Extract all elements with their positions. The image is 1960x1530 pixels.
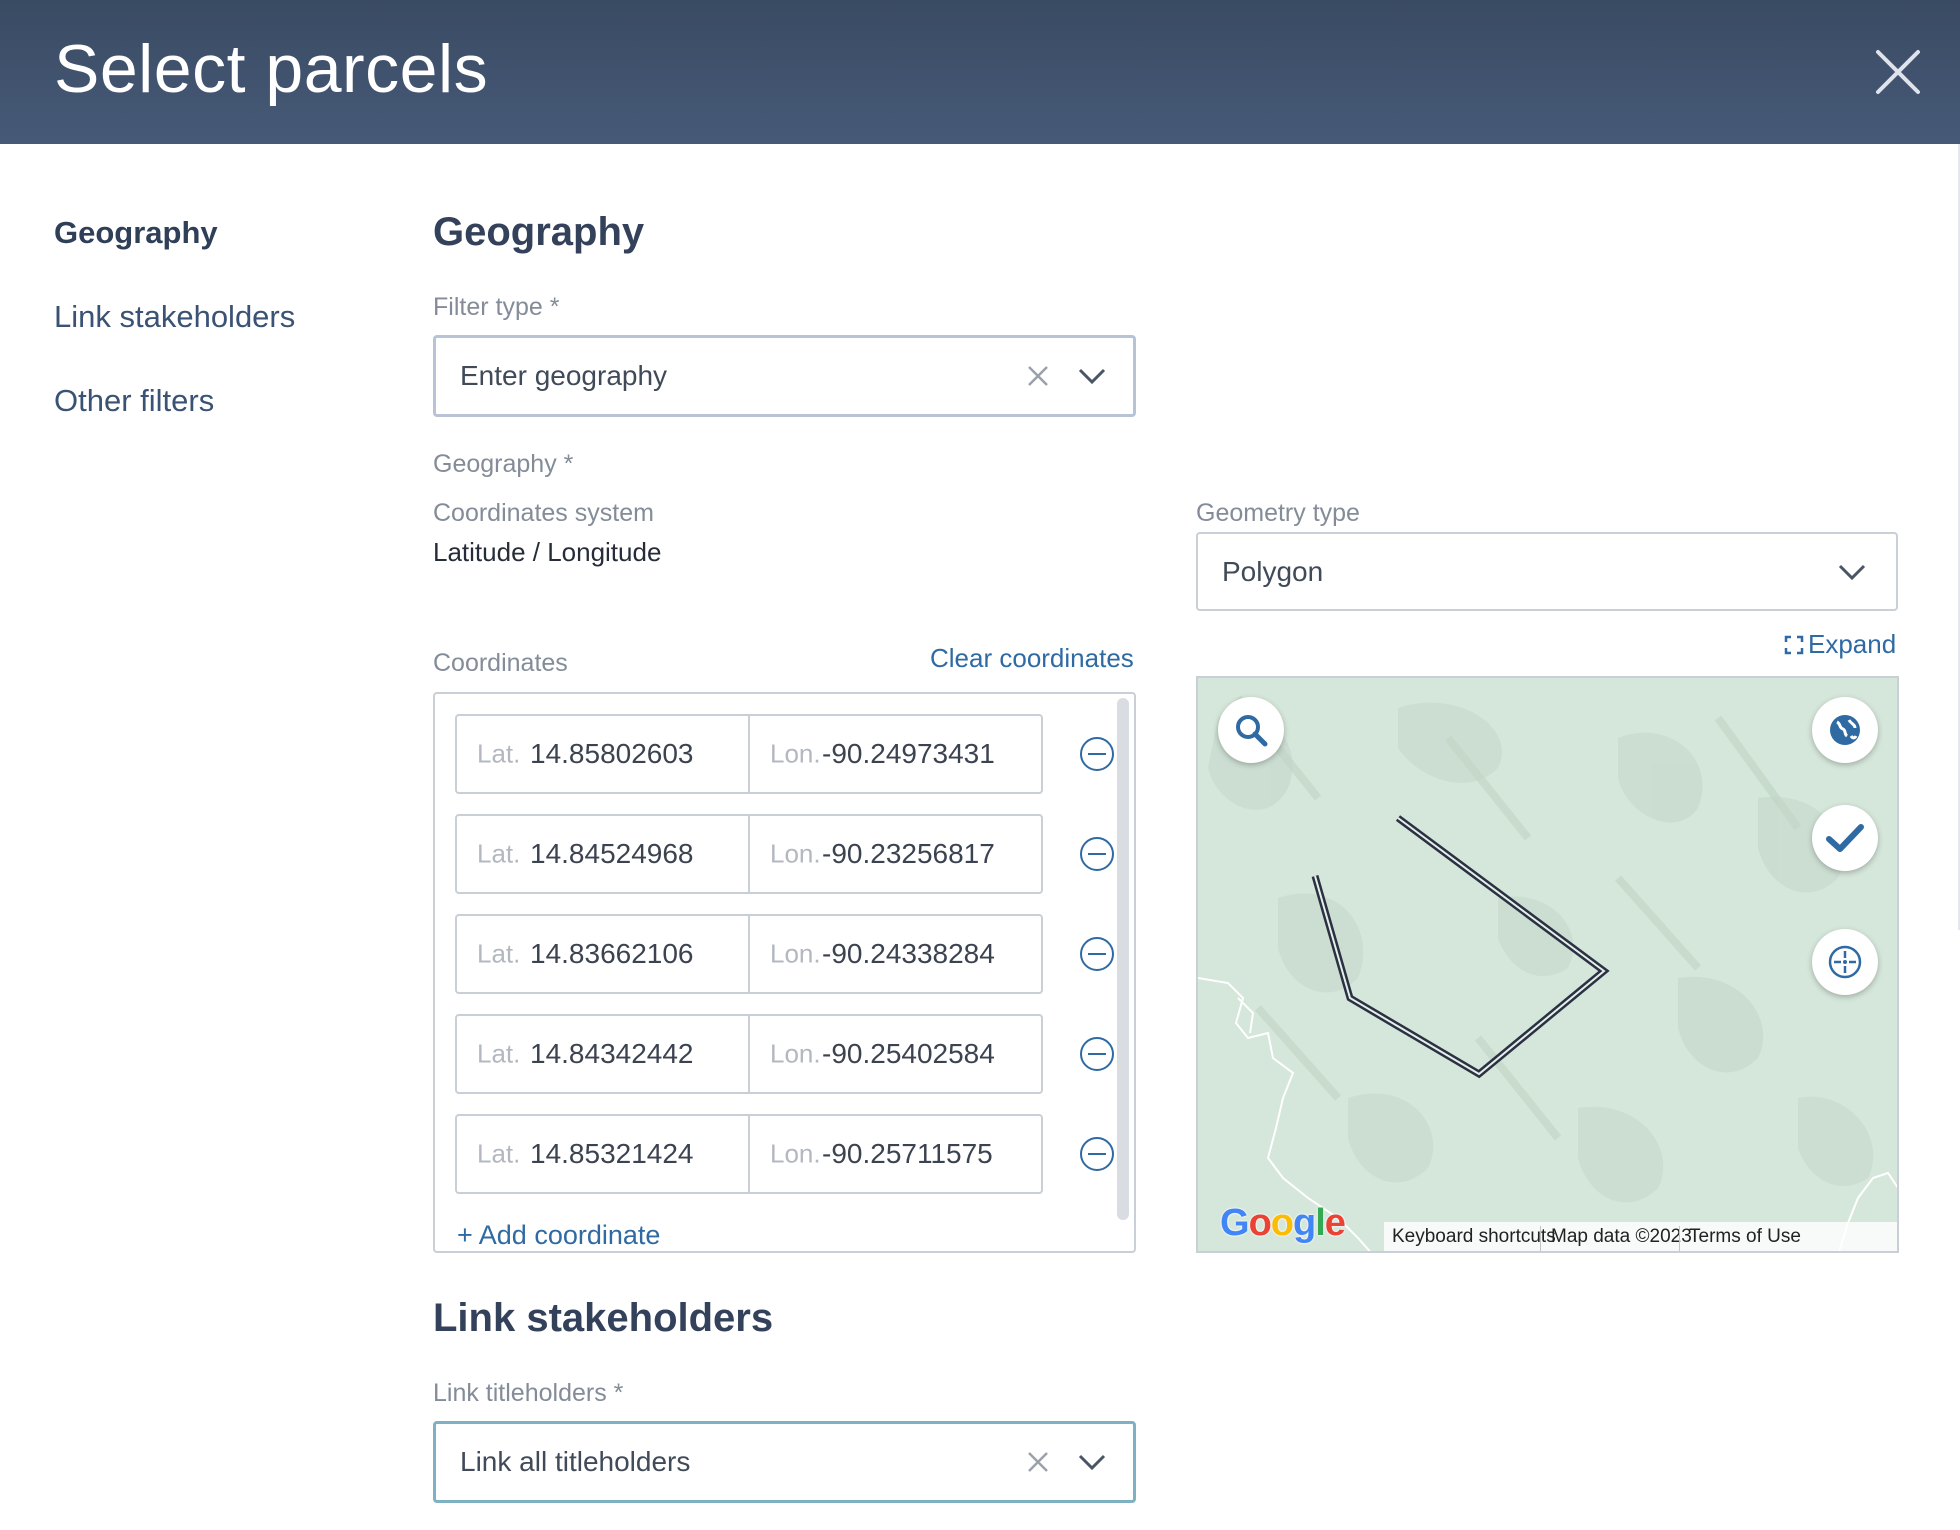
attribution-divider xyxy=(1679,1226,1680,1251)
coordinate-row: Lat. 14.84524968 Lon. -90.23256817 xyxy=(455,814,1114,894)
geometry-type-label: Geometry type xyxy=(1196,499,1360,527)
longitude-value: -90.25402584 xyxy=(822,1038,995,1069)
map-data-label: Map data ©2023 xyxy=(1551,1226,1692,1247)
attribution-divider xyxy=(1540,1226,1541,1251)
longitude-value: -90.24973431 xyxy=(822,738,995,769)
filter-type-label: Filter type * xyxy=(433,293,560,321)
map-confirm-button[interactable] xyxy=(1812,805,1878,871)
lat-prefix: Lat. xyxy=(477,1038,521,1069)
add-coordinate-button[interactable]: + Add coordinate xyxy=(457,1220,660,1251)
latitude-value: 14.84342442 xyxy=(530,1038,694,1069)
chevron-down-icon[interactable] xyxy=(1078,1453,1106,1471)
coordinate-row: Lat. 14.85321424 Lon. -90.25711575 xyxy=(455,1114,1114,1194)
remove-coordinate-icon[interactable] xyxy=(1079,836,1115,872)
longitude-value: -90.24338284 xyxy=(822,938,995,969)
close-icon[interactable] xyxy=(1872,46,1924,98)
longitude-value: -90.25711575 xyxy=(822,1138,993,1169)
filter-type-value: Enter geography xyxy=(460,360,668,391)
link-titleholders-select[interactable]: Link all titleholders xyxy=(433,1421,1136,1503)
latitude-input[interactable]: Lat. 14.85321424 xyxy=(455,1114,750,1194)
clear-icon[interactable] xyxy=(1026,1450,1050,1474)
check-icon xyxy=(1826,824,1864,852)
coordinates-system-label: Coordinates system xyxy=(433,499,654,527)
latitude-value: 14.85321424 xyxy=(530,1138,694,1169)
nav-item-other-filters[interactable]: Other filters xyxy=(54,383,214,419)
longitude-input[interactable]: Lon. -90.23256817 xyxy=(748,814,1043,894)
expand-map-link[interactable]: Expand xyxy=(1784,629,1896,660)
lon-prefix: Lon. xyxy=(770,838,821,869)
map-search-button[interactable] xyxy=(1218,697,1284,763)
map-locate-button[interactable] xyxy=(1812,929,1878,995)
nav-item-link-stakeholders[interactable]: Link stakeholders xyxy=(54,299,295,335)
coordinates-list: Lat. 14.85802603 Lon. -90.24973431 Lat. … xyxy=(433,692,1136,1253)
latitude-input[interactable]: Lat. 14.83662106 xyxy=(455,914,750,994)
remove-coordinate-icon[interactable] xyxy=(1079,1136,1115,1172)
geography-section-title: Geography xyxy=(433,210,645,254)
lon-prefix: Lon. xyxy=(770,938,821,969)
latitude-input[interactable]: Lat. 14.84524968 xyxy=(455,814,750,894)
nav-item-geography[interactable]: Geography xyxy=(54,215,218,251)
latitude-value: 14.84524968 xyxy=(530,838,694,869)
expand-icon xyxy=(1784,635,1804,655)
geography-label: Geography * xyxy=(433,450,574,478)
lat-prefix: Lat. xyxy=(477,738,521,769)
link-stakeholders-section-title: Link stakeholders xyxy=(433,1296,774,1340)
coordinates-label: Coordinates xyxy=(433,649,568,677)
latitude-input[interactable]: Lat. 14.84342442 xyxy=(455,1014,750,1094)
lon-prefix: Lon. xyxy=(770,1138,821,1169)
remove-coordinate-icon[interactable] xyxy=(1079,1036,1115,1072)
terms-of-use-link[interactable]: Terms of Use xyxy=(1689,1226,1801,1248)
dialog-header: Select parcels xyxy=(0,0,1960,144)
coordinate-row: Lat. 14.83662106 Lon. -90.24338284 xyxy=(455,914,1114,994)
lat-prefix: Lat. xyxy=(477,1138,521,1169)
longitude-input[interactable]: Lon. -90.25711575 xyxy=(748,1114,1043,1194)
map-terrain xyxy=(1198,678,1897,1251)
filter-type-select[interactable]: Enter geography xyxy=(433,335,1136,417)
globe-icon xyxy=(1830,715,1860,745)
crosshair-icon xyxy=(1828,945,1862,979)
latitude-value: 14.83662106 xyxy=(530,938,694,969)
clear-icon[interactable] xyxy=(1026,364,1050,388)
latitude-value: 14.85802603 xyxy=(530,738,694,769)
geometry-type-select[interactable]: Polygon xyxy=(1196,532,1898,611)
keyboard-shortcuts-link[interactable]: Keyboard shortcuts xyxy=(1392,1226,1556,1248)
link-titleholders-value: Link all titleholders xyxy=(460,1446,691,1477)
longitude-input[interactable]: Lon. -90.24973431 xyxy=(748,714,1043,794)
chevron-down-icon[interactable] xyxy=(1838,563,1866,581)
dialog-title: Select parcels xyxy=(54,31,489,107)
coordinates-system-value: Latitude / Longitude xyxy=(433,537,662,567)
clear-coordinates-link[interactable]: Clear coordinates xyxy=(930,643,1134,674)
map-view[interactable]: Google Keyboard shortcuts Map data ©2023… xyxy=(1196,676,1899,1253)
chevron-down-icon[interactable] xyxy=(1078,367,1106,385)
map-layer-button[interactable] xyxy=(1812,697,1878,763)
coordinate-row: Lat. 14.85802603 Lon. -90.24973431 xyxy=(455,714,1114,794)
lon-prefix: Lon. xyxy=(770,1038,821,1069)
geometry-type-value: Polygon xyxy=(1222,555,1324,587)
remove-coordinate-icon[interactable] xyxy=(1079,736,1115,772)
longitude-value: -90.23256817 xyxy=(822,838,995,869)
lat-prefix: Lat. xyxy=(477,938,521,969)
remove-coordinate-icon[interactable] xyxy=(1079,936,1115,972)
map-attribution-bar: Keyboard shortcuts Map data ©2023 Terms … xyxy=(1384,1222,1897,1251)
lon-prefix: Lon. xyxy=(770,738,821,769)
lat-prefix: Lat. xyxy=(477,838,521,869)
longitude-input[interactable]: Lon. -90.25402584 xyxy=(748,1014,1043,1094)
longitude-input[interactable]: Lon. -90.24338284 xyxy=(748,914,1043,994)
expand-label: Expand xyxy=(1808,629,1897,659)
latitude-input[interactable]: Lat. 14.85802603 xyxy=(455,714,750,794)
coordinates-scrollbar[interactable] xyxy=(1117,698,1129,1220)
search-icon xyxy=(1236,715,1268,747)
coordinate-row: Lat. 14.84342442 Lon. -90.25402584 xyxy=(455,1014,1114,1094)
link-titleholders-label: Link titleholders * xyxy=(433,1379,624,1407)
google-logo: Google xyxy=(1220,1202,1346,1244)
